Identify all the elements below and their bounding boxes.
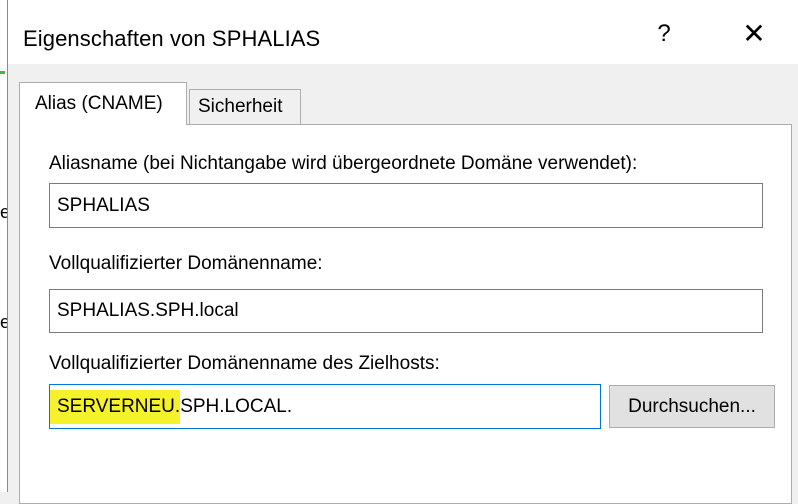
properties-dialog: Eigenschaften von SPHALIAS ? ✕ Alias (CN… bbox=[7, 0, 798, 504]
dialog-title: Eigenschaften von SPHALIAS bbox=[23, 26, 321, 51]
browse-button[interactable]: Durchsuchen... bbox=[609, 385, 775, 428]
tab-sicherheit[interactable]: Sicherheit bbox=[189, 89, 301, 124]
alias-name-input[interactable]: SPHALIAS bbox=[49, 183, 763, 228]
tab-panel: Aliasname (bei Nichtangabe wird übergeor… bbox=[19, 124, 792, 504]
browse-button-label: Durchsuchen... bbox=[628, 395, 756, 417]
alias-name-label: Aliasname (bei Nichtangabe wird übergeor… bbox=[49, 153, 638, 174]
fqdn-input[interactable]: SPHALIAS.SPH.local bbox=[49, 289, 763, 333]
target-host-input[interactable]: SERVERNEU. SPH.LOCAL. bbox=[49, 384, 601, 429]
target-host-value: SPH.LOCAL. bbox=[180, 395, 293, 417]
help-button[interactable]: ? bbox=[642, 12, 686, 56]
alias-name-value: SPHALIAS bbox=[57, 194, 150, 216]
background-text-fragment: e bbox=[0, 312, 7, 332]
title-bar: Eigenschaften von SPHALIAS ? ✕ bbox=[8, 0, 798, 64]
tab-label: Alias (CNAME) bbox=[35, 93, 163, 114]
tab-alias-cname[interactable]: Alias (CNAME) bbox=[19, 82, 187, 125]
target-host-highlight: SERVERNEU. bbox=[50, 389, 181, 424]
background-text-fragment: e bbox=[0, 202, 7, 222]
close-button[interactable]: ✕ bbox=[732, 12, 776, 56]
fqdn-value: SPHALIAS.SPH.local bbox=[57, 300, 239, 321]
fqdn-label: Vollqualifizierter Domänenname: bbox=[49, 253, 323, 274]
background-accent-line bbox=[0, 71, 5, 74]
tab-label: Sicherheit bbox=[198, 96, 283, 117]
target-host-label: Vollqualifizierter Domänenname des Zielh… bbox=[49, 353, 440, 374]
